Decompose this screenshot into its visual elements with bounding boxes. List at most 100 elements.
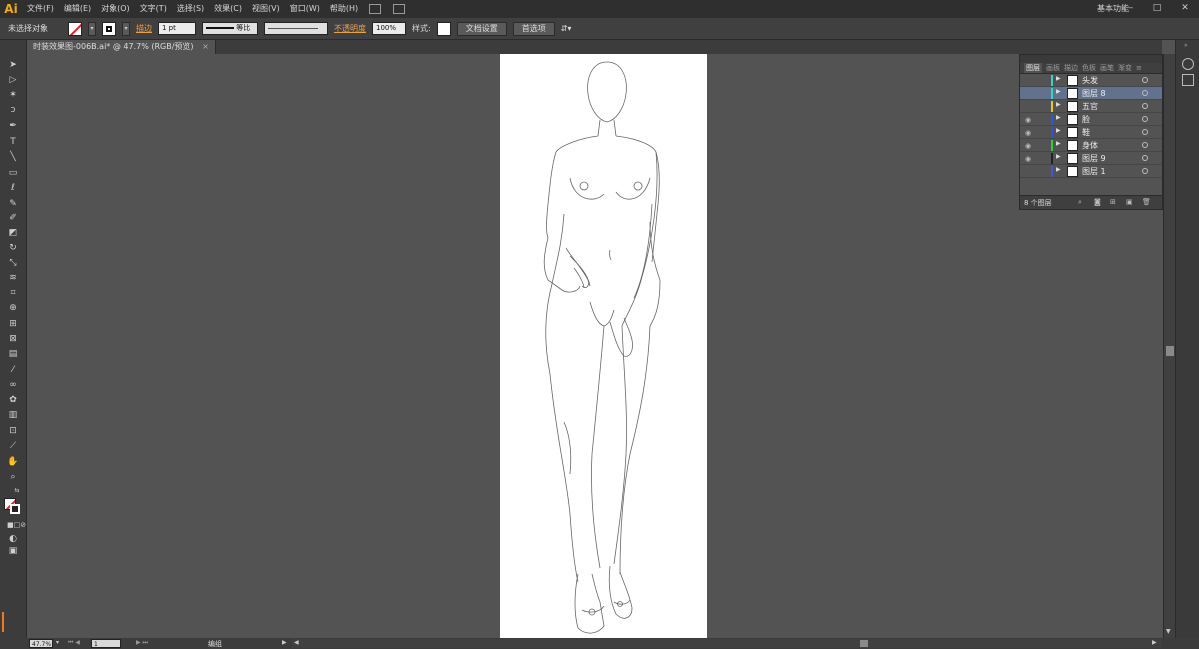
shape-builder-tool-icon[interactable]: ⊕ xyxy=(7,303,19,313)
horizontal-scroll-thumb[interactable] xyxy=(860,640,868,647)
hand-tool-icon[interactable]: ✋ xyxy=(7,457,19,467)
stroke-weight-field[interactable]: 1 pt xyxy=(158,22,196,35)
warp-tool-icon[interactable]: ≋ xyxy=(7,273,19,283)
fill-dropdown-icon[interactable]: ▾ xyxy=(88,21,96,36)
layer-name[interactable]: 头发 xyxy=(1082,74,1098,87)
vertical-scroll-thumb[interactable] xyxy=(1166,346,1174,356)
rotate-tool-icon[interactable]: ↻ xyxy=(7,243,19,253)
menu-window[interactable]: 窗口(W) xyxy=(285,0,325,18)
swatches-panel-icon[interactable] xyxy=(1182,74,1194,86)
free-transform-tool-icon[interactable]: ⌗ xyxy=(7,288,19,298)
bridge-icon[interactable] xyxy=(369,4,382,14)
document-tab-close[interactable]: × xyxy=(202,42,209,51)
target-circle-icon[interactable] xyxy=(1142,90,1148,96)
target-circle-icon[interactable] xyxy=(1142,116,1148,122)
eraser-tool-icon[interactable]: ◩ xyxy=(7,228,19,238)
artboard-number-field[interactable]: 1 xyxy=(91,639,121,648)
close-icon[interactable]: ✕ xyxy=(1178,2,1192,14)
arrange-documents-icon[interactable] xyxy=(393,4,406,14)
layer-name[interactable]: 图层 9 xyxy=(1082,152,1106,165)
layer-row[interactable]: ▶ 头发 xyxy=(1020,74,1162,87)
menu-edit[interactable]: 编辑(E) xyxy=(59,0,96,18)
draw-mode-icon[interactable]: ◐ xyxy=(7,534,19,544)
new-sublayer-icon[interactable]: ⊞ xyxy=(1110,198,1116,206)
brush-definition-select[interactable] xyxy=(264,22,328,35)
stroke-swatch[interactable] xyxy=(102,21,116,36)
layer-row[interactable]: ▶ 图层 1 xyxy=(1020,165,1162,178)
document-setup-button[interactable]: 文档设置 xyxy=(456,21,507,36)
status-menu-icon[interactable]: ▶ xyxy=(282,639,287,646)
tab-swatches[interactable]: 色板 xyxy=(1082,63,1096,73)
graphic-style-swatch[interactable] xyxy=(436,21,451,36)
menu-effect[interactable]: 效果(C) xyxy=(209,0,247,18)
target-circle-icon[interactable] xyxy=(1142,129,1148,135)
first-artboard-icon[interactable]: ⏮ ◀ xyxy=(68,639,80,647)
visibility-eye-icon[interactable]: ◉ xyxy=(1025,129,1031,137)
tab-layers[interactable]: 图层 xyxy=(1024,63,1042,73)
column-graph-tool-icon[interactable]: ▥ xyxy=(7,410,19,420)
artboard-tool-icon[interactable]: ⊡ xyxy=(7,426,19,436)
stroke-dropdown-icon[interactable]: ▾ xyxy=(122,21,130,36)
mesh-tool-icon[interactable]: ⊠ xyxy=(7,334,19,344)
minimize-icon[interactable]: – xyxy=(1124,2,1138,14)
target-circle-icon[interactable] xyxy=(1142,142,1148,148)
tab-artboards[interactable]: 画板 xyxy=(1046,63,1060,73)
rectangle-tool-icon[interactable]: ▭ xyxy=(7,168,19,178)
color-panel-icon[interactable] xyxy=(1182,58,1194,70)
layer-name[interactable]: 鞋 xyxy=(1082,126,1090,139)
blob-brush-tool-icon[interactable]: ✐ xyxy=(7,213,19,223)
menu-file[interactable]: 文件(F) xyxy=(22,0,59,18)
expand-triangle-icon[interactable]: ▶ xyxy=(1056,153,1061,160)
maximize-icon[interactable]: □ xyxy=(1150,2,1164,14)
perspective-grid-tool-icon[interactable]: ⊞ xyxy=(7,319,19,329)
target-circle-icon[interactable] xyxy=(1142,103,1148,109)
layer-row[interactable]: ▶ 图层 8 xyxy=(1020,87,1162,100)
layer-row[interactable]: ◉ ▶ 脸 xyxy=(1020,113,1162,126)
lasso-tool-icon[interactable]: ↄ xyxy=(7,105,19,115)
zoom-tool-icon[interactable]: ⌕ xyxy=(7,472,19,482)
menu-object[interactable]: 对象(O) xyxy=(96,0,135,18)
menu-help[interactable]: 帮助(H) xyxy=(325,0,363,18)
stroke-profile-select[interactable]: 等比 xyxy=(202,22,258,35)
stroke-color-swatch[interactable] xyxy=(10,504,20,514)
make-clipping-mask-icon[interactable]: ◙ xyxy=(1094,198,1101,206)
expand-triangle-icon[interactable]: ▶ xyxy=(1056,140,1061,147)
pen-tool-icon[interactable]: ✒ xyxy=(7,121,19,131)
menu-type[interactable]: 文字(T) xyxy=(135,0,172,18)
panel-menu-icon[interactable]: ≡ xyxy=(1136,64,1142,72)
zoom-dropdown-icon[interactable]: ▾ xyxy=(56,639,59,646)
gradient-tool-icon[interactable]: ▤ xyxy=(7,349,19,359)
layer-row[interactable]: ▶ 五官 xyxy=(1020,100,1162,113)
menu-view[interactable]: 视图(V) xyxy=(247,0,285,18)
tab-brushes[interactable]: 画笔 xyxy=(1100,63,1114,73)
collapse-dock-icon[interactable]: » xyxy=(1184,42,1188,49)
scale-tool-icon[interactable]: ⤡ xyxy=(7,258,19,268)
layer-name[interactable]: 五官 xyxy=(1082,100,1098,113)
target-circle-icon[interactable] xyxy=(1142,155,1148,161)
layer-row[interactable]: ◉ ▶ 鞋 xyxy=(1020,126,1162,139)
layer-name[interactable]: 脸 xyxy=(1082,113,1090,126)
scroll-right-icon[interactable]: ▶ xyxy=(1152,639,1157,646)
slice-tool-icon[interactable]: ⟋ xyxy=(7,441,19,451)
swap-colors-icon[interactable]: ⇆ xyxy=(11,486,23,496)
layer-name[interactable]: 图层 1 xyxy=(1082,165,1106,178)
target-circle-icon[interactable] xyxy=(1142,168,1148,174)
arrange-icon[interactable]: ⇵▾ xyxy=(561,24,572,33)
expand-triangle-icon[interactable]: ▶ xyxy=(1056,88,1061,95)
scroll-left-icon[interactable]: ◀ xyxy=(294,639,299,646)
paintbrush-tool-icon[interactable]: ℓ xyxy=(7,183,19,193)
horizontal-scrollbar[interactable]: ◀ ▶ xyxy=(292,639,1162,648)
vertical-scrollbar[interactable]: ▼ xyxy=(1163,54,1175,638)
pencil-tool-icon[interactable]: ✎ xyxy=(7,199,19,209)
menu-select[interactable]: 选择(S) xyxy=(172,0,209,18)
layers-panel-header[interactable] xyxy=(1020,55,1162,63)
fill-swatch[interactable] xyxy=(68,21,82,36)
expand-triangle-icon[interactable]: ▶ xyxy=(1056,114,1061,121)
stroke-link[interactable]: 描边 xyxy=(136,23,152,34)
tab-gradient[interactable]: 渐变 xyxy=(1118,63,1132,73)
status-mode[interactable]: 编组 xyxy=(208,639,222,649)
expand-triangle-icon[interactable]: ▶ xyxy=(1056,101,1061,108)
locate-object-icon[interactable]: ⌕ xyxy=(1078,198,1082,207)
expand-triangle-icon[interactable]: ▶ xyxy=(1056,166,1061,173)
visibility-eye-icon[interactable]: ◉ xyxy=(1025,155,1031,163)
